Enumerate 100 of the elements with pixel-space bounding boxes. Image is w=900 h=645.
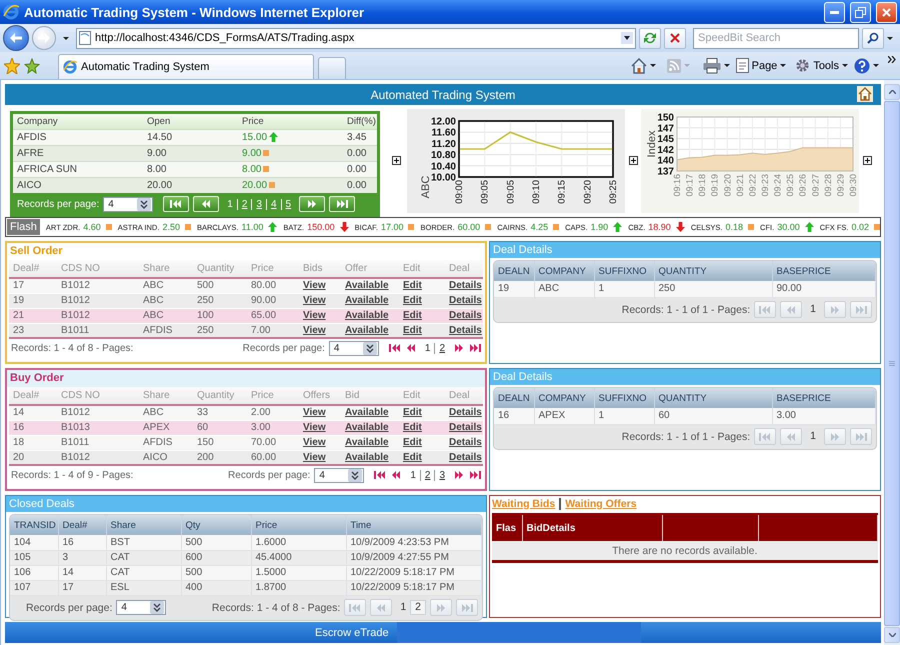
column-header: BASEPRICE (772, 261, 876, 281)
column-header: Deal# (9, 260, 57, 278)
first-page-icon[interactable] (374, 470, 386, 480)
expand-icon[interactable] (629, 156, 638, 165)
page-size-select[interactable]: 4 (103, 196, 154, 212)
table-cell: 500 (193, 278, 247, 293)
page-link[interactable]: 2 (434, 342, 449, 354)
table-cell: B1011 (57, 323, 139, 338)
table-cell: 100 (193, 308, 247, 323)
axis-label: 10.00 (430, 172, 456, 184)
search-button[interactable] (862, 28, 884, 48)
caret-icon[interactable] (887, 36, 893, 40)
table-cell: 16 (58, 535, 106, 550)
expand-icon[interactable] (863, 156, 872, 165)
ticker-value: 30.00 (777, 222, 800, 232)
chevron-icon[interactable] (888, 56, 896, 62)
table-cell: 600 (181, 550, 251, 565)
table-cell: 7.00 (247, 323, 299, 338)
address-bar[interactable]: http://localhost:4346/CDS_FormsA/ATS/Trading.aspx (76, 28, 636, 48)
toolbar-menu-button[interactable]: Tools (792, 58, 851, 73)
table-cell: 500 (181, 565, 251, 580)
table-cell: 17 (9, 278, 57, 293)
page-link[interactable]: 2 (236, 198, 252, 210)
caret-icon[interactable] (873, 64, 879, 67)
stop-button[interactable] (664, 28, 686, 48)
table-cell: 500 (181, 535, 251, 550)
table-cell: B1012 (57, 308, 139, 323)
page-icon (736, 58, 749, 73)
page-link[interactable]: 2 (410, 600, 426, 615)
minimize-icon (830, 10, 839, 14)
axis-label: 12.00 (430, 116, 456, 128)
table-cell: 107 (10, 580, 58, 595)
favorites-star-icon[interactable] (4, 58, 20, 74)
table-cell: 1.8700 (251, 580, 346, 595)
table-cell: AICO (13, 177, 143, 193)
table-cell: 3.45 (343, 129, 377, 145)
add-favorite-icon[interactable] (24, 58, 40, 74)
caret-icon[interactable] (63, 36, 69, 40)
table-cell: 8.00 (143, 161, 238, 177)
page-size-select[interactable]: 4 (328, 340, 379, 356)
axis-label: 09:21 (734, 174, 745, 197)
dropdown-icon (348, 468, 362, 482)
back-button[interactable] (3, 25, 29, 51)
page-link[interactable]: 2 (420, 470, 434, 480)
page-size-select[interactable]: 4 (314, 468, 364, 482)
ticker-value: 150.00 (307, 222, 335, 232)
toolbar-menu-button[interactable]: Page (732, 58, 790, 73)
column-header: Deal# (9, 387, 57, 405)
previous-page-icon[interactable] (390, 470, 402, 480)
page-link[interactable]: 3 (434, 470, 449, 480)
printer-icon[interactable] (702, 58, 721, 74)
axis-label: 09:19 (710, 174, 720, 197)
last-page-icon[interactable] (469, 470, 481, 480)
home-icon[interactable] (857, 86, 873, 102)
page-size-select[interactable]: 4 (116, 600, 166, 615)
help-icon[interactable] (854, 58, 870, 74)
table-cell: AICO (139, 450, 193, 465)
up-arrow-icon (269, 132, 278, 142)
table-cell: CAT (106, 550, 181, 565)
caret-icon[interactable] (650, 64, 656, 67)
settings-icon (795, 58, 810, 73)
previous-page-icon (785, 304, 798, 314)
close-button[interactable] (876, 2, 897, 22)
page-link[interactable]: 4 (266, 198, 281, 210)
minimize-button[interactable] (824, 2, 845, 22)
table-cell: B1013 (57, 420, 139, 435)
previous-page-icon (200, 199, 212, 209)
browser-tab[interactable]: Automatic Trading System (58, 54, 314, 79)
scroll-down-button[interactable] (884, 627, 900, 643)
first-page-icon (759, 432, 772, 442)
axis-label: 09:15 (556, 180, 568, 204)
caret-icon[interactable] (724, 64, 730, 67)
axis-label: 09:23 (760, 174, 770, 197)
table-cell: 90.00 (247, 293, 299, 308)
next-page-icon[interactable] (453, 470, 465, 480)
table-cell: ESL (106, 580, 181, 595)
dropdown-icon (137, 198, 152, 210)
ticker-value: 4.25 (530, 222, 548, 232)
table-cell: B1012 (57, 278, 139, 293)
page-link[interactable]: 5 (280, 198, 296, 210)
last-page-icon[interactable] (469, 343, 481, 353)
previous-page-icon[interactable] (404, 343, 417, 353)
page-link[interactable]: 3 (251, 198, 266, 210)
table-cell: 15.00 (238, 129, 343, 145)
dropdown-icon[interactable] (621, 32, 633, 44)
table-cell: AFDIS (139, 323, 193, 338)
home-icon[interactable] (630, 58, 647, 74)
table-cell: 104 (10, 535, 58, 550)
column-header: Bid (341, 387, 399, 405)
next-page-icon[interactable] (453, 343, 465, 353)
refresh-button[interactable] (639, 28, 661, 48)
first-page-icon (759, 304, 772, 314)
restore-button[interactable] (850, 2, 871, 22)
column-header: DEALN (494, 388, 534, 408)
scroll-up-button[interactable] (884, 84, 900, 100)
expand-icon[interactable] (392, 156, 401, 165)
column-header: BidDetails (522, 515, 662, 541)
column-header: Time (346, 515, 482, 535)
first-page-icon[interactable] (388, 343, 401, 353)
table-cell: B1011 (57, 435, 139, 450)
